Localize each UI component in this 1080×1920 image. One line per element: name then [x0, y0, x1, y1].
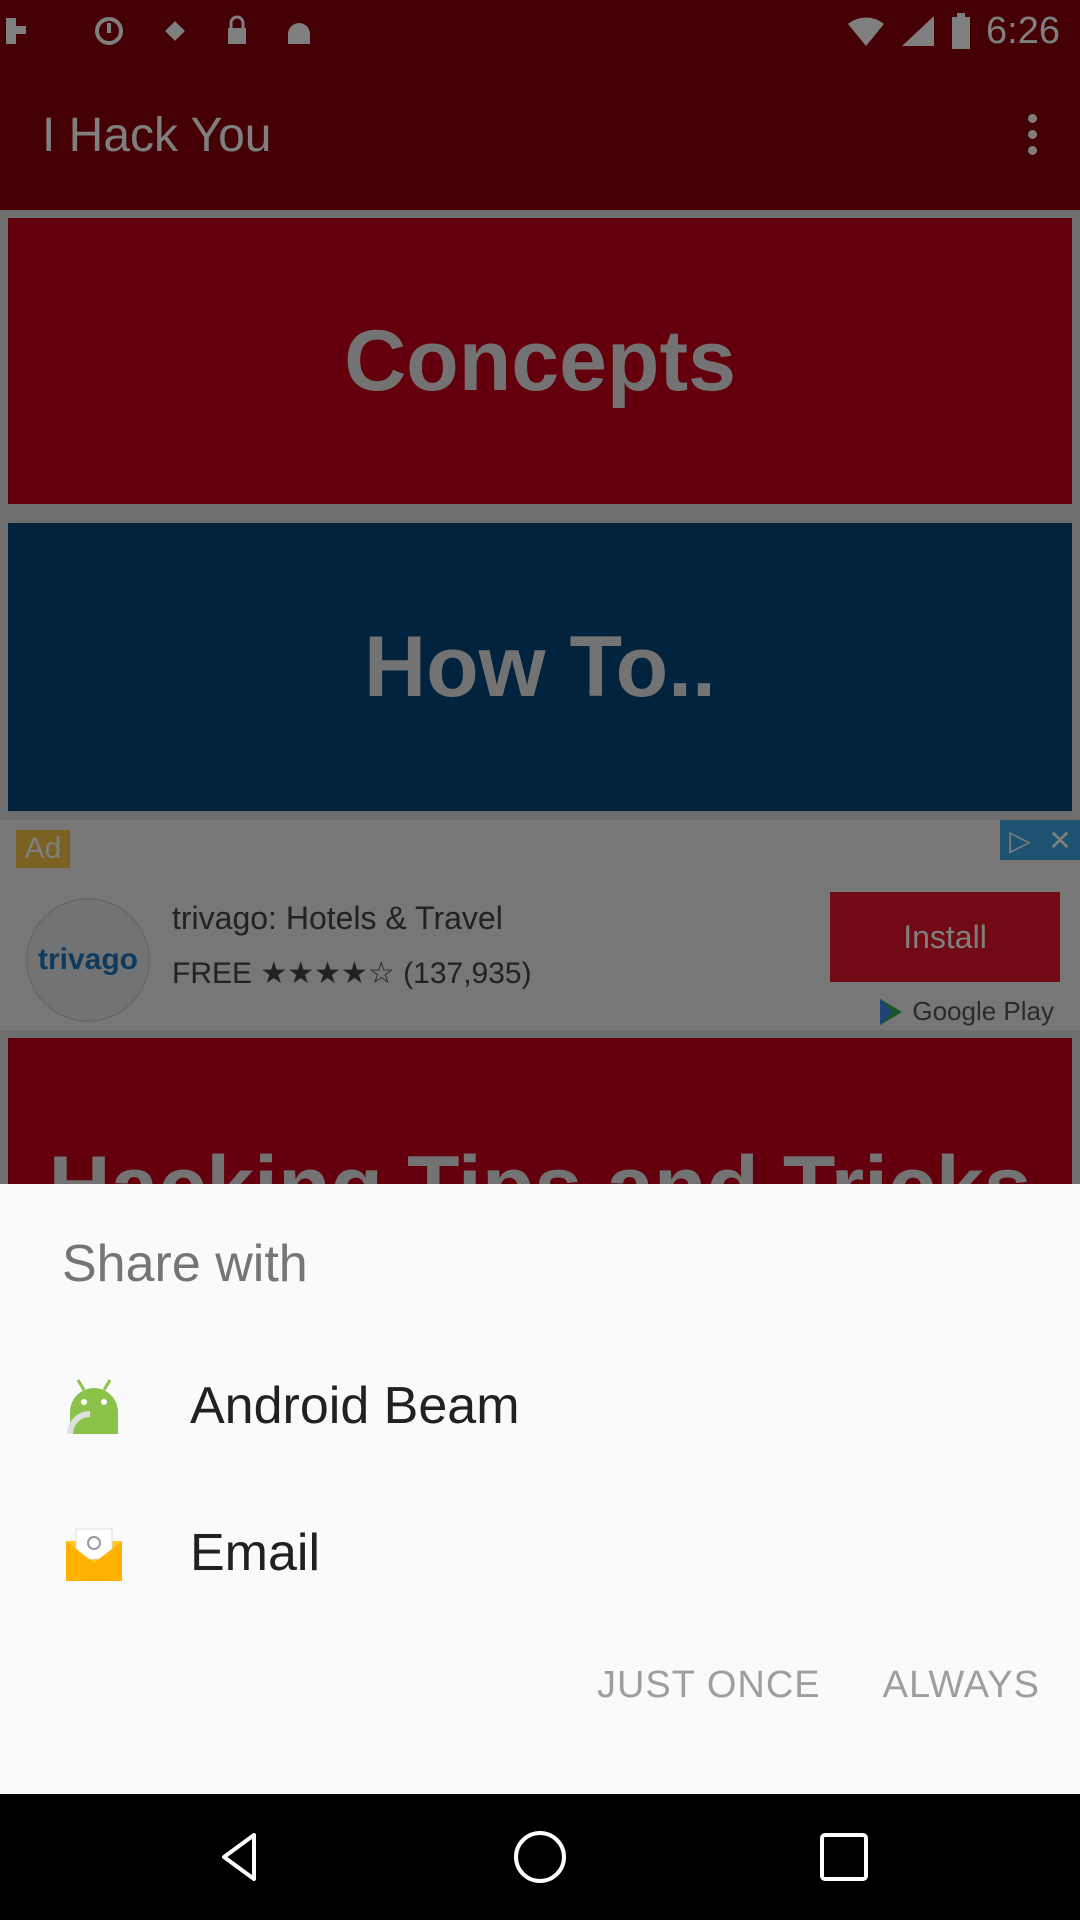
ad-choices[interactable]: ▷ ✕ — [1000, 820, 1080, 860]
fake-gps-icon — [165, 21, 185, 41]
app-bar: I Hack You — [0, 62, 1080, 210]
android-icon — [288, 23, 310, 44]
trivago-logo: trivago — [26, 898, 150, 1022]
email-icon — [66, 1528, 122, 1581]
ad-badge: Ad — [16, 830, 70, 868]
back-icon[interactable] — [210, 1827, 270, 1887]
recents-icon[interactable] — [814, 1827, 874, 1887]
install-button[interactable]: Install — [830, 892, 1060, 982]
android-beam-icon — [67, 1379, 118, 1435]
share-item-label: Android Beam — [190, 1377, 520, 1435]
app-title: I Hack You — [42, 109, 272, 162]
status-time: 6:26 — [986, 9, 1060, 52]
ad-info-icon[interactable]: ▷ — [1000, 820, 1040, 860]
home-icon[interactable] — [510, 1827, 570, 1887]
signal-icon — [902, 16, 935, 46]
sync-icon — [95, 17, 123, 45]
share-sheet-title: Share with — [62, 1235, 308, 1293]
just-once-button[interactable]: JUST ONCE — [597, 1664, 821, 1707]
ad-price-rating: FREE ★★★★☆ (137,935) — [172, 957, 532, 990]
share-sheet: Share with Android Beam Email JUST ONCE … — [0, 1184, 1080, 1794]
status-right: 6:26 — [846, 0, 1060, 62]
overflow-menu-icon[interactable] — [1012, 104, 1052, 164]
google-play-label: Google Play — [876, 996, 1054, 1027]
concepts-tile[interactable]: Concepts — [8, 218, 1072, 504]
share-item-label: Email — [190, 1524, 321, 1582]
google-play-text: Google Play — [912, 996, 1054, 1026]
always-button[interactable]: ALWAYS — [883, 1664, 1040, 1707]
navigation-bar — [0, 1794, 1080, 1920]
ad-app-name: trivago: Hotels & Travel — [172, 900, 503, 936]
lock-icon — [228, 15, 246, 44]
share-item-android-beam[interactable]: Android Beam — [0, 1336, 1080, 1476]
ad-banner[interactable]: Ad ▷ ✕ trivago trivago: Hotels & Travel … — [0, 820, 1080, 1030]
ad-close-icon[interactable]: ✕ — [1040, 820, 1080, 860]
wifi-icon — [848, 17, 885, 46]
usb-debug-icon — [6, 18, 26, 44]
google-play-icon — [880, 998, 903, 1025]
battery-icon — [952, 13, 971, 49]
sheet-actions: JUST ONCE ALWAYS — [597, 1664, 1040, 1707]
how-to-tile[interactable]: How To.. — [8, 523, 1072, 811]
status-bar: 6:26 — [0, 0, 1080, 62]
share-item-email[interactable]: Email — [0, 1483, 1080, 1623]
